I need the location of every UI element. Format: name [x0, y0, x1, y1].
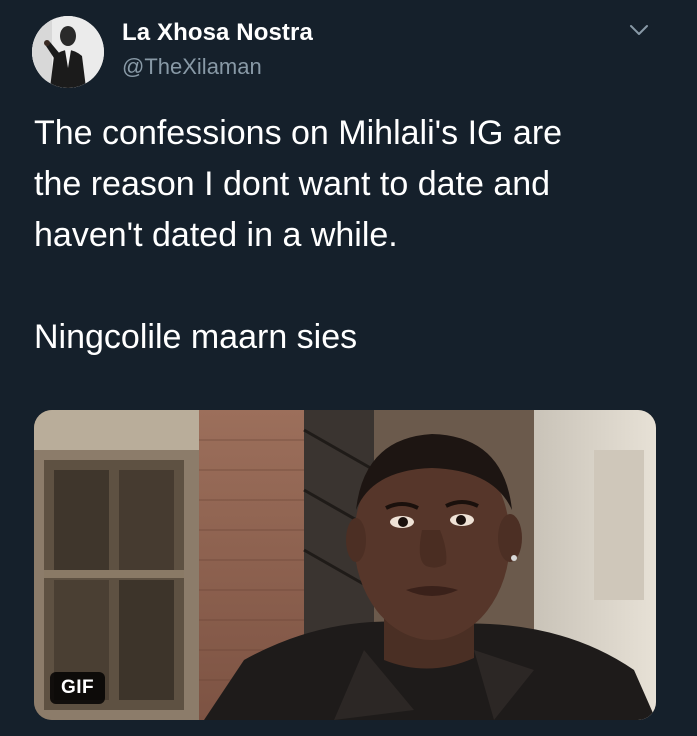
tweet-text-line: The confessions on Mihlali's IG are — [34, 114, 563, 152]
tweet-text: The confessions on Mihlali's IG are the … — [34, 108, 674, 363]
display-name[interactable]: La Xhosa Nostra — [122, 19, 313, 47]
gif-badge: GIF — [50, 672, 106, 704]
avatar-photo — [32, 16, 104, 88]
tweet: La Xhosa Nostra @TheXilaman The confessi… — [0, 0, 697, 736]
tweet-text-line: Ningcolile maarn sies — [34, 318, 358, 356]
chevron-down-icon[interactable] — [628, 22, 650, 38]
gif-media[interactable]: GIF — [34, 410, 656, 720]
tweet-text-line: the reason I dont want to date and — [34, 165, 551, 203]
user-handle[interactable]: @TheXilaman — [122, 54, 262, 80]
tweet-text-line: haven't dated in a while. — [34, 216, 398, 254]
gif-frame — [34, 410, 656, 720]
avatar[interactable] — [32, 16, 104, 88]
